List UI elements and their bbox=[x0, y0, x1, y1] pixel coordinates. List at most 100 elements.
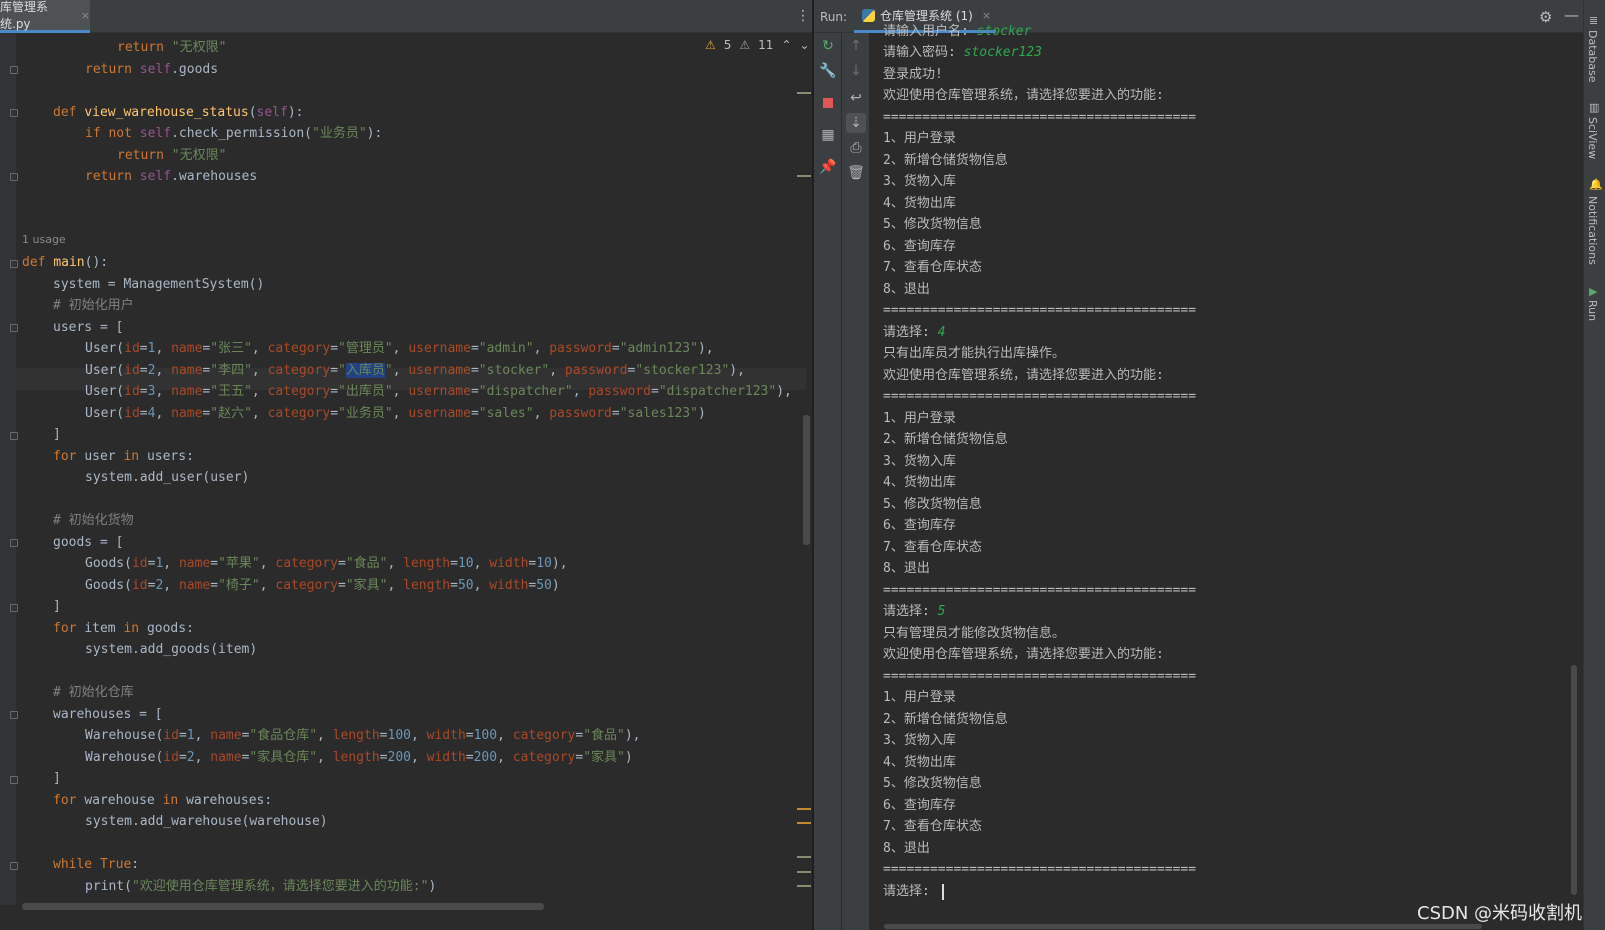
print-icon[interactable]: ⎙ bbox=[846, 138, 866, 158]
code-line: ] bbox=[53, 599, 61, 614]
close-icon[interactable]: × bbox=[81, 9, 90, 22]
run-toolbar-left: ↻ 🔧 ▦ 📌 bbox=[814, 33, 841, 930]
code-line: Warehouse(id=1, name="食品仓库", length=100,… bbox=[85, 728, 641, 743]
editor-tab-file[interactable]: 库管理系统.py × bbox=[0, 0, 90, 33]
close-icon[interactable]: × bbox=[982, 9, 991, 22]
menu-item: 5、修改货物信息 bbox=[883, 217, 982, 232]
error-stripe-mark[interactable] bbox=[797, 808, 811, 810]
error-stripe-mark[interactable] bbox=[797, 871, 811, 873]
error-stripe-mark[interactable] bbox=[797, 175, 811, 177]
run-toolbar-right: ↑ ↓ ↩ ⇣ ⎙ 🗑 bbox=[842, 33, 869, 930]
inspection-widget[interactable]: ⚠ 5 ⚠ 11 ⌃ ⌄ bbox=[705, 38, 810, 52]
code-line: for user in users: bbox=[53, 449, 194, 464]
tool-database[interactable]: Database bbox=[1586, 30, 1599, 83]
run-icon: ▶ bbox=[1589, 285, 1598, 298]
layout-icon[interactable]: ▦ bbox=[818, 125, 838, 145]
watermark: CSDN @米码收割机 bbox=[1417, 903, 1583, 924]
code-line: User(id=4, name="赵六", category="业务员", us… bbox=[85, 406, 706, 421]
error-stripe-mark[interactable] bbox=[797, 885, 811, 887]
more-options-icon[interactable]: ⋮ bbox=[796, 8, 810, 24]
code-line: while True: bbox=[53, 857, 140, 872]
code-line: system.add_user(user) bbox=[85, 470, 250, 485]
menu-item: 7、查看仓库状态 bbox=[883, 260, 982, 275]
code-line: ] bbox=[53, 427, 61, 442]
console-separator: ======================================== bbox=[883, 862, 1197, 877]
error-stripe-mark[interactable] bbox=[797, 92, 811, 94]
warning-count: 5 bbox=[723, 38, 732, 52]
trash-icon[interactable]: 🗑 bbox=[846, 163, 866, 183]
menu-item: 2、新增仓储货物信息 bbox=[883, 712, 1008, 727]
console-input-line[interactable]: 请选择: bbox=[883, 881, 944, 903]
console-separator: ======================================== bbox=[883, 583, 1197, 598]
tool-run[interactable]: Run bbox=[1586, 300, 1599, 321]
console-line: 欢迎使用仓库管理系统，请选择您要进入的功能: bbox=[883, 647, 1164, 662]
stop-icon[interactable] bbox=[818, 93, 838, 113]
arrow-up-icon[interactable]: ↑ bbox=[846, 36, 866, 56]
gear-icon[interactable]: ⚙ bbox=[1539, 8, 1552, 26]
menu-item: 1、用户登录 bbox=[883, 690, 956, 705]
editor-tab-label: 库管理系统.py bbox=[0, 0, 49, 31]
code-comment: # 初始化仓库 bbox=[53, 685, 134, 700]
text-cursor bbox=[941, 883, 944, 900]
error-stripe-mark[interactable] bbox=[797, 856, 811, 858]
soft-wrap-icon[interactable]: ↩ bbox=[846, 88, 866, 108]
menu-item: 6、查询库存 bbox=[883, 239, 956, 254]
console-line: 请选择: 4 bbox=[883, 325, 946, 340]
menu-item: 2、新增仓储货物信息 bbox=[883, 153, 1008, 168]
python-icon bbox=[862, 8, 875, 22]
menu-item: 3、货物入库 bbox=[883, 174, 956, 189]
menu-item: 4、货物出库 bbox=[883, 475, 956, 490]
code-line: def main(): bbox=[22, 255, 109, 270]
console-separator: ======================================== bbox=[883, 110, 1197, 125]
console-separator: ======================================== bbox=[883, 303, 1197, 318]
warning-icon: ⚠ bbox=[705, 38, 716, 52]
scroll-to-end-icon[interactable]: ⇣ bbox=[846, 113, 866, 133]
console-line: 登录成功! bbox=[883, 67, 943, 82]
tool-notifications[interactable]: Notifications bbox=[1586, 196, 1599, 265]
code-line: Goods(id=1, name="苹果", category="食品", le… bbox=[85, 556, 568, 571]
weak-warning-icon: ⚠ bbox=[739, 38, 751, 52]
error-stripe-mark[interactable] bbox=[797, 822, 811, 824]
editor-tab-bar: 库管理系统.py × ⋮ bbox=[0, 0, 812, 33]
code-line: for warehouse in warehouses: bbox=[53, 793, 273, 808]
code-editor[interactable]: return "无权限" return self.goods def view_… bbox=[0, 33, 812, 905]
right-tool-strip: ≣ Database ▥ SciView 🔔 Notifications ▶ R… bbox=[1583, 0, 1605, 930]
editor-vertical-scrollbar[interactable] bbox=[803, 415, 810, 545]
menu-item: 7、查看仓库状态 bbox=[883, 540, 982, 555]
tool-sciview[interactable]: SciView bbox=[1586, 117, 1599, 159]
console-vertical-scrollbar[interactable] bbox=[1571, 665, 1577, 895]
console-line: 只有管理员才能修改货物信息。 bbox=[883, 626, 1066, 641]
chevron-down-icon[interactable]: ⌄ bbox=[800, 38, 810, 52]
chevron-up-icon[interactable]: ⌃ bbox=[781, 38, 791, 52]
menu-item: 2、新增仓储货物信息 bbox=[883, 432, 1008, 447]
minimize-icon[interactable]: — bbox=[1564, 6, 1579, 24]
menu-item: 3、货物入库 bbox=[883, 454, 956, 469]
arrow-down-icon[interactable]: ↓ bbox=[846, 61, 866, 81]
code-line: for item in goods: bbox=[53, 621, 194, 636]
code-line: if not self.check_permission("业务员"): bbox=[85, 126, 383, 141]
code-line: users = [ bbox=[53, 320, 124, 335]
code-line: system.add_warehouse(warehouse) bbox=[85, 814, 328, 829]
usage-hint[interactable]: 1 usage bbox=[22, 233, 66, 247]
code-line: system.add_goods(item) bbox=[85, 642, 258, 657]
code-comment: # 初始化用户 bbox=[53, 298, 134, 313]
sciview-icon: ▥ bbox=[1589, 101, 1600, 114]
menu-item: 5、修改货物信息 bbox=[883, 776, 982, 791]
code-line: User(id=2, name="李四", category="入库员", us… bbox=[85, 363, 745, 378]
code-line: Goods(id=2, name="椅子", category="家具", le… bbox=[85, 578, 560, 593]
console-horizontal-scrollbar[interactable] bbox=[884, 924, 1482, 929]
menu-item: 7、查看仓库状态 bbox=[883, 819, 982, 834]
editor-horizontal-scrollbar[interactable] bbox=[22, 903, 544, 910]
wrench-icon[interactable]: 🔧 bbox=[818, 61, 838, 81]
code-line: def view_warehouse_status(self): bbox=[53, 105, 304, 120]
code-line: return self.goods bbox=[85, 62, 219, 77]
console-separator: ======================================== bbox=[883, 669, 1197, 684]
console-line: 欢迎使用仓库管理系统，请选择您要进入的功能: bbox=[883, 368, 1164, 383]
rerun-icon[interactable]: ↻ bbox=[818, 36, 838, 56]
menu-item: 3、货物入库 bbox=[883, 733, 956, 748]
run-console-output[interactable]: 请输入用户名: stocker 请输入密码: stocker123 登录成功! … bbox=[869, 24, 1569, 930]
code-line: goods = [ bbox=[53, 535, 124, 550]
pin-icon[interactable]: 📌 bbox=[818, 157, 838, 177]
weak-warning-count: 11 bbox=[758, 38, 774, 52]
menu-item: 8、退出 bbox=[883, 841, 930, 856]
